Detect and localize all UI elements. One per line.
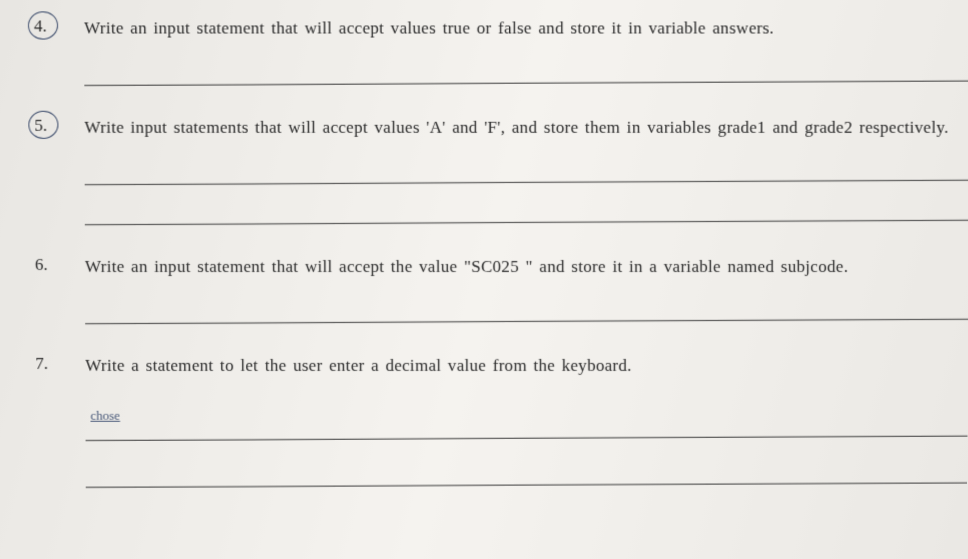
answer-line (84, 59, 968, 86)
question-content-4: Write an input statement that will accep… (84, 14, 968, 101)
question-7: 7. Write a statement to let the user ent… (35, 352, 967, 503)
question-content-7: Write a statement to let the user enter … (85, 352, 967, 503)
question-text-6: Write an input statement that will accep… (85, 253, 968, 282)
question-number-7: 7. (35, 352, 85, 374)
question-content-5: Write input statements that will accept … (84, 114, 968, 241)
question-number-5: 5. (34, 114, 84, 136)
question-number-6: 6. (35, 253, 85, 275)
question-5: 5. Write input statements that will acce… (34, 114, 968, 241)
answer-line (85, 198, 968, 225)
answer-line (85, 297, 968, 324)
answer-line-with-writing: chose (85, 398, 967, 438)
question-6: 6. Write an input statement that will ac… (35, 253, 968, 340)
answer-line (85, 414, 967, 441)
question-text-4: Write an input statement that will accep… (84, 14, 968, 43)
question-text-7: Write a statement to let the user enter … (85, 352, 967, 381)
answer-line (85, 158, 968, 185)
answer-line (86, 461, 968, 488)
question-content-6: Write an input statement that will accep… (85, 253, 968, 340)
question-4: 4. Write an input statement that will ac… (34, 14, 968, 101)
question-text-5: Write input statements that will accept … (84, 114, 968, 143)
question-number-4: 4. (34, 14, 84, 36)
